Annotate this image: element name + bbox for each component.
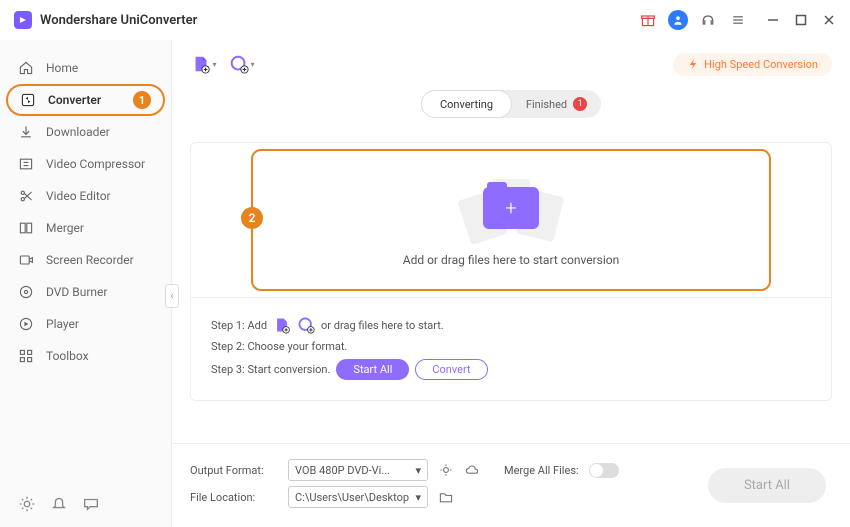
settings-small-icon[interactable] (438, 462, 454, 478)
tab-converting[interactable]: Converting (421, 90, 512, 118)
start-all-button[interactable]: Start All (708, 468, 826, 503)
status-tabs: Converting Finished1 (421, 90, 601, 118)
callout-badge-1: 1 (133, 91, 151, 109)
sidebar-item-merger[interactable]: Merger (0, 212, 171, 244)
sidebar-collapse-handle[interactable]: ‹ (165, 284, 179, 308)
sidebar-item-label: DVD Burner (46, 285, 107, 299)
sidebar-item-label: Merger (46, 221, 84, 235)
sidebar-item-label: Toolbox (46, 349, 89, 363)
open-folder-icon[interactable] (438, 489, 454, 505)
close-button[interactable] (822, 13, 836, 27)
step-1: Step 1: Add or drag files here to start. (211, 316, 811, 334)
minimize-button[interactable] (766, 13, 780, 27)
toolbar: ▾ ▾ Converting Finished1 High Speed Conv… (172, 40, 850, 88)
convert-button[interactable]: Convert (415, 359, 487, 380)
finished-count-badge: 1 (573, 97, 587, 111)
sidebar: Home Converter 1 Downloader Video Compressor… (0, 40, 172, 527)
sidebar-item-screen-recorder[interactable]: Screen Recorder (0, 244, 171, 276)
home-icon (18, 60, 34, 76)
file-location-select[interactable]: C:\Users\User\Desktop▾ (288, 486, 428, 508)
drop-zone[interactable]: 2 + Add or drag files here to start conv… (251, 149, 771, 291)
drop-panel: 2 + Add or drag files here to start conv… (190, 142, 832, 401)
sidebar-item-label: Video Editor (46, 189, 111, 203)
sidebar-item-dvd-burner[interactable]: DVD Burner (0, 276, 171, 308)
plus-icon: + (505, 196, 516, 220)
sidebar-item-label: Screen Recorder (46, 253, 134, 267)
sidebar-item-player[interactable]: Player (0, 308, 171, 340)
add-url-small-icon[interactable] (297, 316, 315, 334)
output-format-select[interactable]: VOB 480P DVD-Vi...▾ (288, 459, 428, 481)
titlebar-right (638, 10, 836, 30)
titlebar: Wondershare UniConverter (0, 0, 850, 40)
app-title: Wondershare UniConverter (40, 13, 197, 28)
sidebar-item-downloader[interactable]: Downloader (0, 116, 171, 148)
step-2: Step 2: Choose your format. (211, 340, 811, 353)
app-logo (14, 11, 32, 29)
settings-icon[interactable] (18, 495, 36, 513)
download-icon (18, 124, 34, 140)
add-url-button[interactable]: ▾ (228, 50, 256, 78)
maximize-button[interactable] (794, 13, 808, 27)
sidebar-item-home[interactable]: Home (0, 52, 171, 84)
grid-icon (18, 348, 34, 364)
compress-icon (18, 156, 34, 172)
merge-all-label: Merge All Files: (504, 464, 579, 477)
add-file-button[interactable]: ▾ (190, 50, 218, 78)
sidebar-item-converter[interactable]: Converter 1 (6, 84, 165, 116)
sidebar-item-label: Downloader (46, 125, 110, 139)
tab-finished[interactable]: Finished1 (512, 90, 601, 118)
add-file-small-icon[interactable] (273, 316, 291, 334)
bell-icon[interactable] (50, 495, 68, 513)
play-icon (18, 316, 34, 332)
sidebar-item-label: Video Compressor (46, 157, 145, 171)
start-all-small-button[interactable]: Start All (336, 359, 409, 380)
headset-icon[interactable] (698, 10, 718, 30)
sidebar-item-toolbox[interactable]: Toolbox (0, 340, 171, 372)
sidebar-item-label: Converter (48, 93, 101, 107)
gift-icon[interactable] (638, 10, 658, 30)
folder-illustration: + (451, 173, 571, 243)
user-avatar-icon[interactable] (668, 10, 688, 30)
drop-zone-text: Add or drag files here to start conversi… (403, 253, 619, 267)
footer: Output Format: VOB 480P DVD-Vi...▾ Merge… (172, 443, 850, 527)
scissors-icon (18, 188, 34, 204)
titlebar-left: Wondershare UniConverter (14, 11, 197, 29)
steps-panel: Step 1: Add or drag files here to start.… (191, 297, 831, 400)
menu-icon[interactable] (728, 10, 748, 30)
sidebar-item-video-editor[interactable]: Video Editor (0, 180, 171, 212)
merger-icon (18, 220, 34, 236)
callout-badge-2: 2 (241, 207, 263, 229)
feedback-icon[interactable] (82, 495, 100, 513)
sidebar-item-label: Player (46, 317, 79, 331)
cloud-icon[interactable] (464, 462, 480, 478)
step-3: Step 3: Start conversion. Start All Conv… (211, 359, 811, 380)
merge-all-toggle[interactable] (589, 463, 619, 478)
high-speed-conversion-button[interactable]: High Speed Conversion (673, 53, 832, 76)
converter-icon (20, 92, 36, 108)
sidebar-item-label: Home (46, 61, 78, 75)
output-format-label: Output Format: (190, 464, 278, 477)
file-location-label: File Location: (190, 491, 278, 504)
record-icon (18, 252, 34, 268)
sidebar-item-video-compressor[interactable]: Video Compressor (0, 148, 171, 180)
disc-icon (18, 284, 34, 300)
